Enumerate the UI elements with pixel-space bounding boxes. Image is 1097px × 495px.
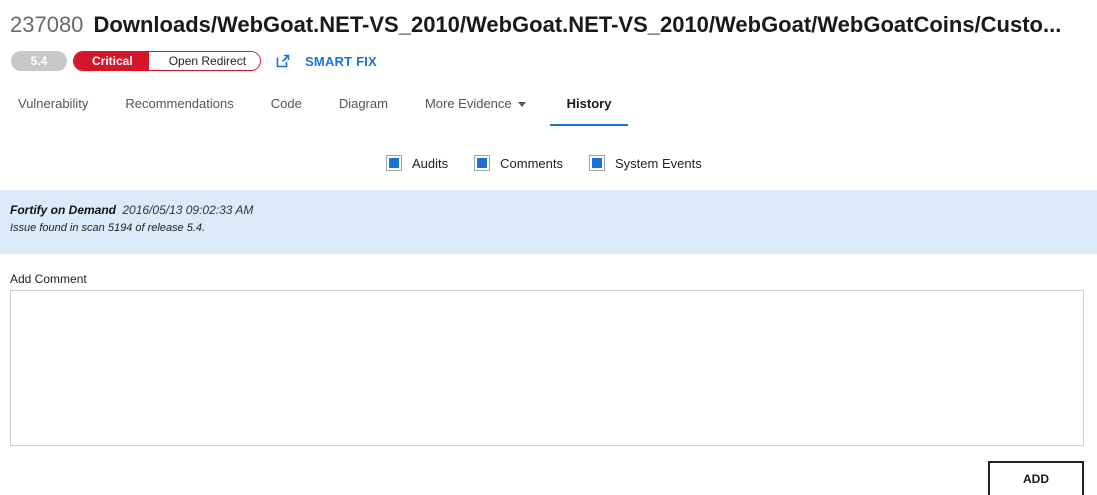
badge-row: 5.4 Critical Open Redirect SMART FIX [11,50,377,72]
tab-recommendations[interactable]: Recommendations [125,93,233,126]
tab-more-evidence[interactable]: More Evidence [425,93,526,126]
severity-category-badge: Critical Open Redirect [73,51,262,71]
chevron-down-icon [517,102,526,108]
filter-comments[interactable]: Comments [474,155,563,171]
tab-bar: Vulnerability Recommendations Code Diagr… [18,93,665,129]
issue-id: 237080 [10,12,84,37]
event-header: Fortify on Demand 2016/05/13 09:02:33 AM [10,202,1087,218]
score-badge: 5.4 [11,51,67,71]
add-comment-label: Add Comment [10,272,87,286]
comments-checkbox[interactable] [474,155,491,171]
filter-audits-label: Audits [412,155,449,171]
external-link-icon[interactable] [275,53,291,69]
event-timestamp: 2016/05/13 09:02:33 AM [122,203,254,217]
audits-checkbox[interactable] [386,155,402,171]
filter-system-events[interactable]: System Events [589,155,702,171]
tab-more-evidence-label: More Evidence [424,96,512,111]
filter-audits[interactable]: Audits [386,155,448,171]
tab-diagram[interactable]: Diagram [339,93,388,126]
issue-path: Downloads/WebGoat.NET-VS_2010/WebGoat.NE… [93,12,1062,37]
checkbox-checked-icon [389,158,399,168]
checkbox-checked-icon [477,158,488,168]
category-badge: Open Redirect [148,52,261,70]
history-event: Fortify on Demand 2016/05/13 09:02:33 AM… [0,190,1097,254]
tab-vulnerability[interactable]: Vulnerability [18,93,88,126]
filter-comments-label: Comments [500,155,563,171]
comment-textarea[interactable] [10,290,1084,446]
severity-badge: Critical [74,52,149,70]
event-message: Issue found in scan 5194 of release 5.4. [10,222,206,234]
tab-history[interactable]: History [549,93,629,126]
filter-system-events-label: System Events [615,155,702,171]
smart-fix-link[interactable]: SMART FIX [305,54,377,69]
add-button[interactable]: ADD [988,461,1084,495]
page-title: 237080 Downloads/WebGoat.NET-VS_2010/Web… [10,10,1093,40]
checkbox-checked-icon [592,158,602,168]
event-author: Fortify on Demand [10,203,117,217]
tab-code[interactable]: Code [271,93,302,126]
system-events-checkbox[interactable] [589,155,605,171]
history-filters: Audits Comments System Events [386,154,728,172]
